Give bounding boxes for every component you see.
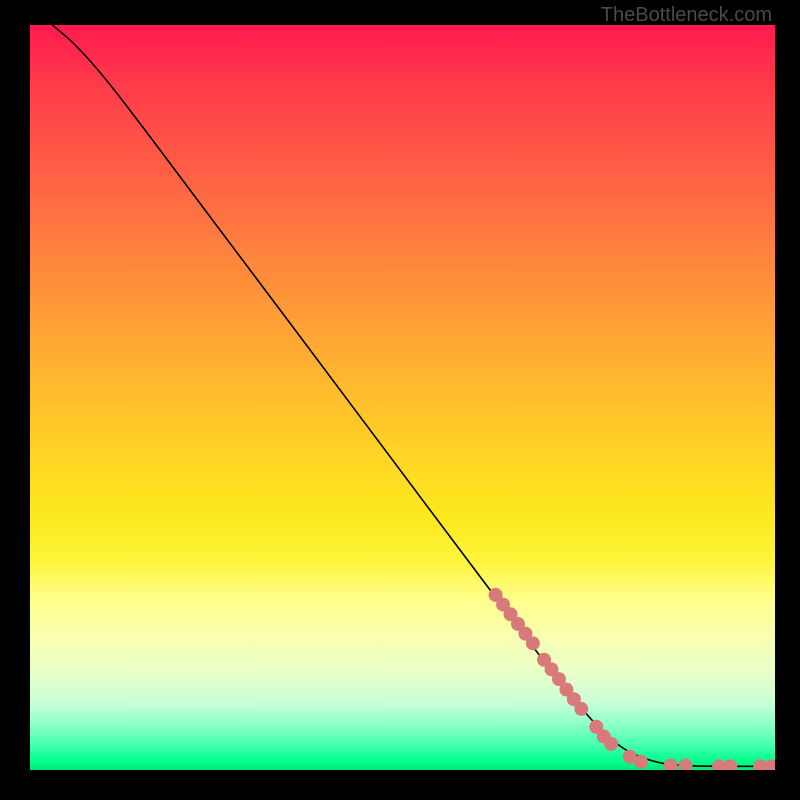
highlighted-dots-group <box>489 588 775 770</box>
curve-line <box>52 25 767 766</box>
chart-svg <box>30 25 775 770</box>
highlighted-dot <box>664 759 678 770</box>
highlighted-dot <box>764 759 775 770</box>
highlighted-dot <box>604 737 618 751</box>
highlighted-dot <box>574 702 588 716</box>
highlighted-dot <box>526 636 540 650</box>
highlighted-dot <box>679 759 693 770</box>
highlighted-dot <box>723 759 737 770</box>
highlighted-dot <box>634 755 648 769</box>
watermark: TheBottleneck.com <box>601 4 772 27</box>
chart-plot-area <box>30 25 775 770</box>
